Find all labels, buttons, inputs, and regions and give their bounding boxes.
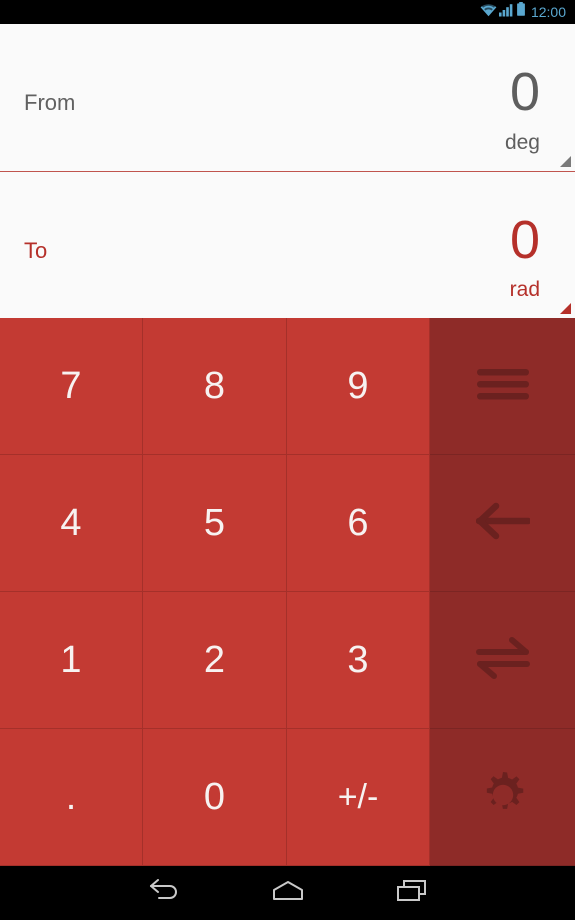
key-0-label: 0: [203, 776, 226, 818]
key-5[interactable]: 5: [143, 455, 287, 592]
system-navigation-bar: [0, 866, 575, 920]
keypad: 7 8 9 4 5 6 1 2 3 . 0 +/-: [0, 318, 575, 866]
key-2-label: 2: [203, 639, 226, 681]
home-icon: [270, 879, 306, 908]
signal-icon: [498, 3, 514, 22]
nav-home-button[interactable]: [226, 866, 350, 920]
key-7-label: 7: [60, 365, 82, 407]
key-5-label: 5: [203, 502, 226, 544]
app-root: 12:00 From 0 deg To 0 rad 7 8 9 4 5 6 1 …: [0, 0, 575, 920]
key-0[interactable]: 0: [143, 729, 287, 866]
key-plus-minus[interactable]: +/-: [287, 729, 430, 866]
battery-icon: [516, 2, 526, 22]
swap-icon: [475, 636, 531, 684]
to-label: To: [24, 238, 48, 263]
to-unit-selector[interactable]: rad: [510, 279, 540, 300]
backspace-button[interactable]: [430, 455, 575, 592]
key-decimal-label: .: [65, 776, 77, 818]
key-7[interactable]: 7: [0, 318, 143, 455]
key-3[interactable]: 3: [287, 592, 430, 729]
nav-recents-button[interactable]: [350, 866, 474, 920]
converter-panel: From 0 deg To 0 rad: [0, 24, 575, 318]
key-6[interactable]: 6: [287, 455, 430, 592]
settings-gear-icon: [478, 770, 528, 825]
key-9[interactable]: 9: [287, 318, 430, 455]
key-8-label: 8: [203, 365, 226, 407]
backspace-arrow-icon: [475, 502, 531, 545]
key-8[interactable]: 8: [143, 318, 287, 455]
from-row[interactable]: From 0 deg: [0, 24, 575, 171]
status-bar: 12:00: [0, 0, 575, 24]
key-plus-minus-label: +/-: [337, 778, 379, 816]
wifi-icon: [480, 3, 497, 22]
status-bar-icons: [480, 2, 526, 22]
to-row[interactable]: To 0 rad: [0, 171, 575, 318]
key-6-label: 6: [347, 502, 369, 544]
menu-icon: [476, 367, 529, 406]
key-2[interactable]: 2: [143, 592, 287, 729]
key-decimal[interactable]: .: [0, 729, 143, 866]
to-value[interactable]: 0: [510, 213, 540, 267]
key-3-label: 3: [347, 639, 369, 681]
from-value[interactable]: 0: [510, 65, 540, 119]
nav-back-button[interactable]: [102, 866, 226, 920]
key-1-label: 1: [60, 639, 82, 681]
key-4-label: 4: [60, 502, 82, 544]
key-9-label: 9: [347, 365, 369, 407]
from-dropdown-caret-icon[interactable]: [560, 156, 571, 167]
settings-button[interactable]: [430, 729, 575, 866]
recents-icon: [395, 879, 429, 908]
to-dropdown-caret-icon[interactable]: [560, 303, 571, 314]
key-4[interactable]: 4: [0, 455, 143, 592]
menu-button[interactable]: [430, 318, 575, 455]
status-bar-clock: 12:00: [530, 4, 566, 20]
from-unit-selector[interactable]: deg: [505, 132, 540, 153]
back-icon: [146, 878, 182, 908]
swap-button[interactable]: [430, 592, 575, 729]
key-1[interactable]: 1: [0, 592, 143, 729]
from-label: From: [24, 90, 76, 115]
